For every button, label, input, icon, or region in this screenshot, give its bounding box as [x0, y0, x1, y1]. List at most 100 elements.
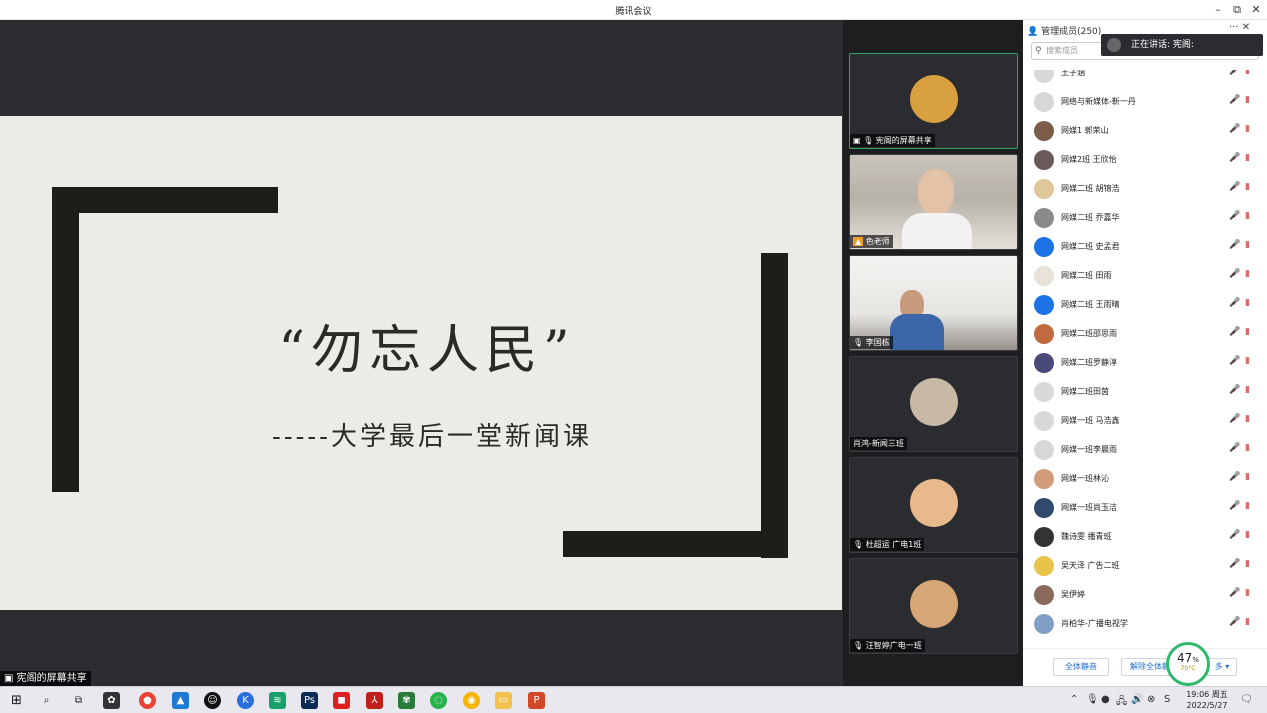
pdf-icon[interactable]: ⅄: [366, 692, 383, 709]
camera-off-icon[interactable]: ▮: [1245, 617, 1250, 627]
member-row[interactable]: 网媒一班李晨雨 🎤̸ ▮: [1023, 435, 1267, 464]
clock[interactable]: 19:06 周五 2022/5/27: [1184, 689, 1230, 711]
camera-off-icon[interactable]: ▮: [1245, 182, 1250, 192]
member-row[interactable]: 网媒1 郭荣山 🎤̸ ▮: [1023, 116, 1267, 145]
camera-off-icon[interactable]: ▮: [1245, 240, 1250, 250]
tray-chevron-icon[interactable]: ⌃: [1070, 694, 1078, 705]
mic-muted-icon[interactable]: 🎤̸: [1229, 530, 1240, 540]
member-row[interactable]: 网媒二班 王雨晴 🎤̸ ▮: [1023, 290, 1267, 319]
video-tile[interactable]: 🎙 李国栋: [849, 255, 1018, 351]
qq-icon[interactable]: ☺: [204, 692, 221, 709]
camera-off-icon[interactable]: ▮: [1245, 211, 1250, 221]
restore-button[interactable]: ⧉: [1229, 2, 1245, 18]
panel-more-button[interactable]: ··· ✕: [1229, 22, 1250, 33]
member-row[interactable]: 网媒二班 乔嘉华 🎤̸ ▮: [1023, 203, 1267, 232]
camera-off-icon[interactable]: ▮: [1245, 356, 1250, 366]
photos-icon[interactable]: ▲: [172, 692, 189, 709]
mic-muted-icon[interactable]: 🎤̸: [1229, 385, 1240, 395]
member-list[interactable]: 王子涵 🎤̸ ▮ 网络与新媒体-靳一丹 🎤̸ ▮ 网媒1 郭荣山 🎤̸ ▮ 网媒2班 王欣怡 🎤̸ ▮…: [1023, 70, 1267, 648]
camera-off-icon[interactable]: ▮: [1245, 385, 1250, 395]
member-row[interactable]: 魏诗雯 播青班 🎤̸ ▮: [1023, 522, 1267, 551]
volume-icon[interactable]: 🔊: [1131, 694, 1143, 705]
mic-muted-icon[interactable]: 🎤̸: [1229, 588, 1240, 598]
minimize-button[interactable]: –: [1210, 2, 1226, 18]
camera-off-icon[interactable]: ▮: [1245, 327, 1250, 337]
mic-muted-icon[interactable]: 🎤̸: [1229, 269, 1240, 279]
app-icon[interactable]: K: [237, 692, 254, 709]
app-icon[interactable]: ≋: [269, 692, 286, 709]
camera-off-icon[interactable]: ▮: [1245, 298, 1250, 308]
camera-off-icon[interactable]: ▮: [1245, 530, 1250, 540]
video-tile[interactable]: 🎙 杜超运 广电1班: [849, 457, 1018, 553]
member-row[interactable]: 网媒二班邵思雨 🎤̸ ▮: [1023, 319, 1267, 348]
photoshop-icon[interactable]: Ps: [301, 692, 318, 709]
mic-muted-icon[interactable]: 🎤̸: [1229, 559, 1240, 569]
mute-all-button[interactable]: 全体静音: [1053, 658, 1109, 676]
mic-muted-icon[interactable]: 🎤̸: [1229, 124, 1240, 134]
member-row[interactable]: 吴伊婷 🎤̸ ▮: [1023, 580, 1267, 609]
member-row[interactable]: 网媒二班 史孟君 🎤̸ ▮: [1023, 232, 1267, 261]
performance-gauge[interactable]: 47% 70°C: [1166, 642, 1210, 686]
camera-off-icon[interactable]: ▮: [1245, 559, 1250, 569]
member-row[interactable]: 吴天泽 广告二班 🎤̸ ▮: [1023, 551, 1267, 580]
member-row[interactable]: 网媒二班 田雨 🎤̸ ▮: [1023, 261, 1267, 290]
powerpoint-icon[interactable]: P: [528, 692, 545, 709]
app-icon[interactable]: ✾: [398, 692, 415, 709]
camera-off-icon[interactable]: ▮: [1245, 124, 1250, 134]
mic-muted-icon[interactable]: 🎤̸: [1229, 95, 1240, 105]
mic-muted-icon[interactable]: 🎤̸: [1229, 472, 1240, 482]
camera-off-icon[interactable]: ▮: [1245, 501, 1250, 511]
camera-off-icon[interactable]: ▮: [1245, 472, 1250, 482]
mic-muted-icon[interactable]: 🎤̸: [1229, 182, 1240, 192]
camera-off-icon[interactable]: ▮: [1245, 443, 1250, 453]
member-row[interactable]: 网媒一班林沁 🎤̸ ▮: [1023, 464, 1267, 493]
video-tile[interactable]: 肖鸿-新闻三班: [849, 356, 1018, 452]
camera-off-icon[interactable]: ▮: [1245, 588, 1250, 598]
wechat-icon[interactable]: ◌: [430, 692, 447, 709]
member-row[interactable]: 网媒2班 王欣怡 🎤̸ ▮: [1023, 145, 1267, 174]
mic-muted-icon[interactable]: 🎤̸: [1229, 211, 1240, 221]
camera-off-icon[interactable]: ▮: [1245, 95, 1250, 105]
member-row[interactable]: 网络与新媒体-靳一丹 🎤̸ ▮: [1023, 87, 1267, 116]
search-icon[interactable]: ⌕: [38, 692, 55, 709]
tray-app-icon[interactable]: ●: [1101, 694, 1110, 705]
member-row[interactable]: 网媒一班尚玉洁 🎤̸ ▮: [1023, 493, 1267, 522]
mic-muted-icon[interactable]: 🎤̸: [1229, 617, 1240, 627]
task-view-icon[interactable]: ⧉: [70, 692, 87, 709]
mic-muted-icon[interactable]: 🎤̸: [1229, 356, 1240, 366]
mic-muted-icon[interactable]: 🎤̸: [1229, 327, 1240, 337]
mic-icon[interactable]: 🎙: [1086, 694, 1099, 705]
mic-muted-icon[interactable]: 🎤̸: [1229, 70, 1240, 76]
notification-icon[interactable]: 🗨: [1240, 694, 1253, 705]
video-tile[interactable]: 🎙 汪智婷广电一班: [849, 558, 1018, 654]
windows-start-icon[interactable]: ⊞: [8, 692, 25, 709]
more-button[interactable]: 多 ▾: [1207, 658, 1237, 676]
video-tile[interactable]: ▲ 色老师: [849, 154, 1018, 250]
mic-muted-icon[interactable]: 🎤̸: [1229, 414, 1240, 424]
camera-off-icon[interactable]: ▮: [1245, 414, 1250, 424]
member-row[interactable]: 肖柏华-广播电视学 🎤̸ ▮: [1023, 609, 1267, 638]
member-row[interactable]: 网媒二班罗静淳 🎤̸ ▮: [1023, 348, 1267, 377]
mic-muted-icon[interactable]: 🎤̸: [1229, 443, 1240, 453]
mic-muted-icon[interactable]: 🎤̸: [1229, 153, 1240, 163]
camera-off-icon[interactable]: ▮: [1245, 153, 1250, 163]
app-icon[interactable]: ◼: [333, 692, 350, 709]
browser-icon[interactable]: ●: [139, 692, 156, 709]
app-icon[interactable]: ✿: [103, 692, 120, 709]
network-icon[interactable]: 🖧: [1116, 694, 1127, 711]
mic-muted-icon[interactable]: 🎤̸: [1229, 501, 1240, 511]
member-row[interactable]: 王子涵 🎤̸ ▮: [1023, 70, 1267, 87]
camera-off-icon[interactable]: ▮: [1245, 70, 1250, 76]
video-tile[interactable]: ▣ 🎙 宪阁的屏幕共享: [849, 53, 1018, 149]
tray-app-icon[interactable]: S: [1164, 694, 1170, 705]
mic-muted-icon[interactable]: 🎤̸: [1229, 240, 1240, 250]
camera-off-icon[interactable]: ▮: [1245, 269, 1250, 279]
tray-app-icon[interactable]: ⊗: [1147, 694, 1155, 705]
folder-icon[interactable]: ▭: [495, 692, 512, 709]
close-button[interactable]: ✕: [1248, 2, 1264, 18]
member-row[interactable]: 网媒一班 马浩鑫 🎤̸ ▮: [1023, 406, 1267, 435]
member-row[interactable]: 网媒二班田茵 🎤̸ ▮: [1023, 377, 1267, 406]
mic-muted-icon[interactable]: 🎤̸: [1229, 298, 1240, 308]
chrome-icon[interactable]: ◉: [463, 692, 480, 709]
member-row[interactable]: 网媒二班 胡锦浩 🎤̸ ▮: [1023, 174, 1267, 203]
